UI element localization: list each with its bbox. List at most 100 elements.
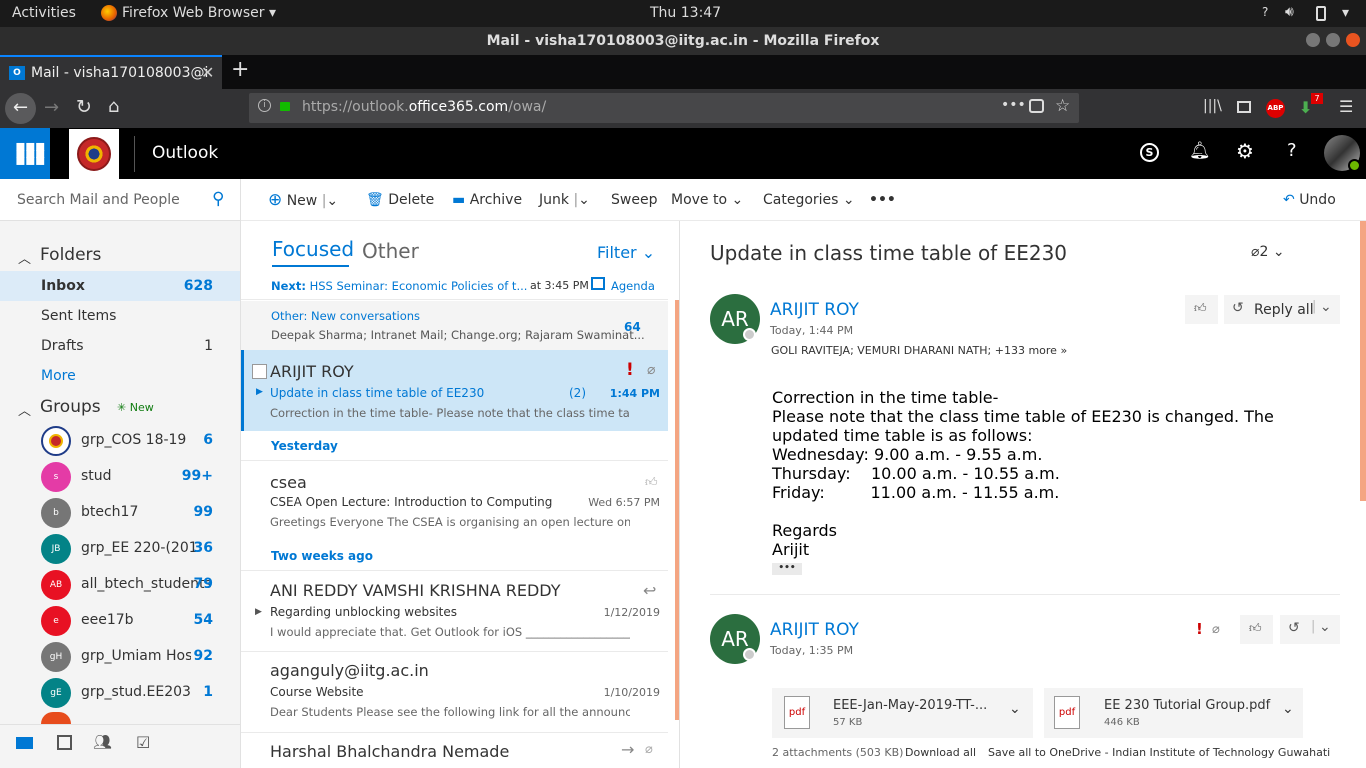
group-item[interactable]: s stud 99+ [0,459,240,495]
back-button[interactable]: ← [5,93,36,124]
calendar-icon[interactable] [57,735,72,750]
pocket-icon[interactable] [1029,99,1044,113]
attachment-card[interactable]: pdf EE 230 Tutorial Group.pdf 446 KB ⌄ [1044,688,1303,738]
folder-drafts[interactable]: Drafts 1 [0,331,240,361]
list-scrollbar-thumb[interactable] [675,300,679,720]
system-menu-chevron-icon[interactable]: ▾ [1342,5,1349,21]
expand-thread-icon[interactable]: ▶ [255,607,262,617]
close-window-button[interactable] [1346,33,1360,47]
message-item-selected[interactable]: ARIJIT ROY ! ⌀ ▶ Update in class time ta… [241,350,668,431]
new-button[interactable]: ⊕ New |⌄ [268,179,338,221]
reading-scrollbar-thumb[interactable] [1360,221,1366,501]
delete-button[interactable]: 🗑︎ Delete [366,179,434,221]
more-commands-icon[interactable]: ••• [869,179,896,221]
categories-button[interactable]: Categories ⌄ [763,179,855,221]
folder-inbox[interactable]: Inbox 628 [0,271,240,301]
reply-options-chevron-icon[interactable]: ⌄ [1319,619,1331,635]
recipients[interactable]: GOLI RAVITEJA; VEMURI DHARANI NATH; +133… [771,344,1067,357]
mail-icon[interactable] [16,737,33,749]
new-group-button[interactable]: ✳ New [117,401,154,414]
volume-icon[interactable]: 🔊︎ [1285,4,1294,20]
reload-button[interactable]: ↻ [76,96,92,118]
search-icon[interactable]: ⚲ [212,189,224,209]
people-icon[interactable]: 👥︎ [93,733,112,751]
sidebar-icon[interactable] [1237,101,1251,113]
tab-mail[interactable]: O Mail - visha170108003@i ✕ [0,55,222,89]
reply-all-button[interactable]: ↺ | ⌄ [1280,615,1340,644]
message-item[interactable]: ANI REDDY VAMSHI KRISHNA REDDY ↩ ▶ Regar… [241,571,668,651]
skype-icon[interactable]: S [1140,143,1159,162]
help-question-icon[interactable]: ? [1287,140,1297,161]
save-all-to-onedrive-link[interactable]: Save all to OneDrive - Indian Institute … [988,746,1330,759]
next-event-bar[interactable]: Next: HSS Seminar: Economic Policies of … [241,271,668,300]
forward-button[interactable]: → [44,97,59,118]
group-item[interactable]: AB all_btech_students 79 [0,567,240,603]
sender-name[interactable]: ARIJIT ROY [770,620,859,640]
folder-sent-items[interactable]: Sent Items [0,301,240,331]
search-box[interactable]: Search Mail and People ⚲ [0,179,240,221]
archive-button[interactable]: ▬ Archive [452,179,522,221]
attachment-options-chevron-icon[interactable]: ⌄ [1009,701,1021,717]
app-title[interactable]: Outlook [152,143,218,163]
close-tab-icon[interactable]: ✕ [201,63,214,82]
iitg-logo[interactable] [69,129,119,179]
url-bar[interactable]: i https://outlook.office365.com/owa/ •••… [249,93,1079,123]
new-tab-icon[interactable]: + [231,57,249,82]
other-conversations-banner[interactable]: Other: New conversations Deepak Sharma; … [241,301,668,350]
folders-heading[interactable]: Folders [40,245,101,265]
move-to-button[interactable]: Move to ⌄ [671,179,743,221]
group-item[interactable]: b btech17 99 [0,495,240,531]
group-item[interactable]: gH grp_Umiam Hoste 92 [0,639,240,675]
group-item[interactable]: e eee17b 54 [0,603,240,639]
message-item[interactable]: Harshal Bhalchandra Nemade → ⌀ [241,733,668,768]
help-icon[interactable]: ? [1262,5,1268,19]
agenda-link[interactable]: Agenda [611,279,655,293]
attachment-options-chevron-icon[interactable]: ⌄ [1282,701,1294,717]
group-item[interactable]: gE grp_stud.EE203 1 [0,675,240,711]
tasks-icon[interactable]: ☑ [136,733,150,752]
group-item[interactable]: JB grp_EE 220-(2018 J 36 [0,531,240,567]
junk-dropdown-chevron-icon[interactable]: ⌄ [578,192,590,208]
battery-icon[interactable] [1316,6,1326,21]
adblock-icon[interactable]: ABP [1266,99,1285,118]
tab-other[interactable]: Other [362,239,419,263]
settings-gear-icon[interactable]: ⚙ [1236,139,1254,163]
minimize-button[interactable] [1306,33,1320,47]
folders-collapse-chevron-icon[interactable]: ︿ [18,248,31,267]
library-icon[interactable]: |||\ [1203,98,1222,114]
expand-thread-icon[interactable]: ▶ [256,387,263,397]
like-button[interactable]: 👍︎ [1240,615,1273,644]
select-checkbox[interactable] [252,364,267,379]
like-thumb-icon[interactable]: 👍︎ [645,475,658,490]
app-launcher-button[interactable]: ▪▪▪ ▪▪▪ ▪▪▪ [0,128,50,179]
activities-button[interactable]: Activities [12,5,76,21]
group-item[interactable]: grp_COS 18-19 6 [0,423,240,459]
sweep-button[interactable]: Sweep [611,179,657,221]
filter-button[interactable]: Filter ⌄ [597,243,655,262]
info-icon[interactable]: i [258,99,271,112]
clock[interactable]: Thu 13:47 [650,5,721,21]
show-quoted-text-icon[interactable]: ••• [772,563,802,575]
home-button[interactable]: ⌂ [108,96,119,117]
download-all-link[interactable]: Download all [905,746,976,759]
attachment-card[interactable]: pdf EEE-Jan-May-2019-TT-... 57 KB ⌄ [772,688,1033,738]
notifications-bell-icon[interactable]: 🔔︎ [1189,141,1211,161]
reply-options-chevron-icon[interactable]: ⌄ [1320,299,1332,315]
page-actions-icon[interactable]: ••• [1001,97,1026,113]
new-dropdown-chevron-icon[interactable]: ⌄ [326,193,338,209]
like-button[interactable]: 👍︎ [1185,295,1218,324]
maximize-button[interactable] [1326,33,1340,47]
hamburger-menu-icon[interactable]: ☰ [1339,97,1353,116]
message-item[interactable]: csea 👍︎ CSEA Open Lecture: Introduction … [241,461,668,531]
tab-focused[interactable]: Focused [272,237,354,261]
app-menu[interactable]: Firefox Web Browser ▾ [122,5,276,21]
groups-collapse-chevron-icon[interactable]: ︿ [18,400,31,419]
undo-button[interactable]: ↶ Undo [1283,179,1336,221]
junk-button[interactable]: Junk |⌄ [539,179,590,221]
sender-name[interactable]: ARIJIT ROY [770,300,859,320]
bookmark-star-icon[interactable]: ☆ [1055,96,1070,116]
folders-more-link[interactable]: More [0,361,240,391]
groups-heading[interactable]: Groups [40,397,101,417]
reply-all-button[interactable]: ↺ Reply all | ⌄ [1224,295,1340,324]
message-item[interactable]: aganguly@iitg.ac.in Course Website 1/10/… [241,652,668,732]
